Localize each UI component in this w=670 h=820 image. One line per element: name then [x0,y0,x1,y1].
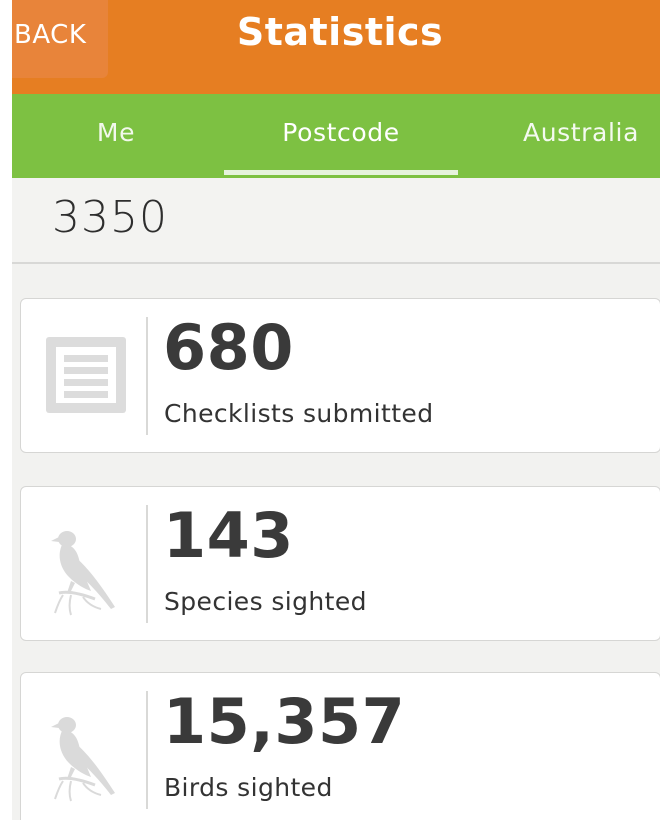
postcode-bar: 3350 [0,178,670,264]
tab-postcode[interactable]: Postcode [224,94,458,178]
species-label: Species sighted [164,587,367,616]
checklist-icon [41,333,151,421]
species-count: 143 [163,499,294,572]
card-divider [146,691,148,809]
card-divider [146,505,148,623]
birds-count: 15,357 [163,685,406,758]
app-header: BACK Statistics [0,0,670,94]
stat-card-checklists: 680 Checklists submitted [20,298,661,453]
bird-icon [41,521,151,616]
screen-edge-right [660,0,670,820]
tab-me[interactable]: Me [26,94,206,178]
card-divider [146,317,148,435]
birds-label: Birds sighted [164,773,333,802]
postcode-value: 3350 [52,192,168,243]
page-title: Statistics [236,10,444,54]
tab-australia[interactable]: Australia [492,94,670,178]
tab-selected-indicator [224,170,458,175]
screen-edge-left [0,0,12,820]
statistics-screen: BACK Statistics Me Postcode Australia 33… [0,0,670,820]
checklists-count: 680 [163,311,294,384]
stat-card-birds: 15,357 Birds sighted [20,672,661,820]
tab-bar: Me Postcode Australia [0,94,670,178]
bird-icon [41,707,151,802]
stat-card-species: 143 Species sighted [20,486,661,641]
checklists-label: Checklists submitted [164,399,434,428]
